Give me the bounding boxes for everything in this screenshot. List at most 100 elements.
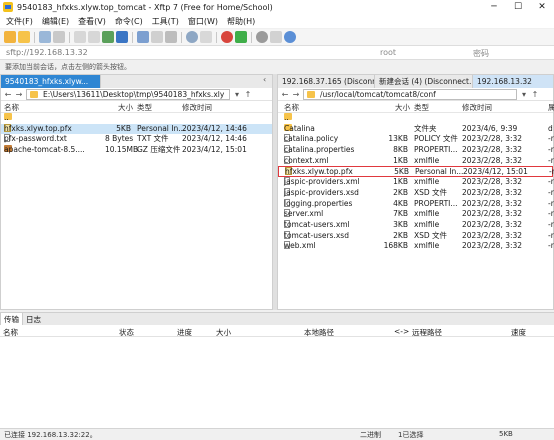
- remote-file-row[interactable]: web.xml 168KB xmlfile 2023/2/28, 3:32 -r: [278, 241, 554, 252]
- remote-file-row[interactable]: jaspic-providers.xml 1KB xmlfile 2023/2/28,…: [278, 177, 554, 188]
- remote-tab-3[interactable]: 192.168.13.32: [473, 75, 553, 88]
- session-hint: 要添加当前会话，点击左侧的箭头按钮。: [0, 61, 554, 74]
- remote-file-row[interactable]: ..: [278, 113, 553, 124]
- refresh-icon[interactable]: [102, 31, 114, 43]
- file-type: XSD 文件: [414, 187, 448, 197]
- close-button[interactable]: ✕: [530, 0, 554, 14]
- file-modified: 2023/2/28, 3:32: [462, 230, 523, 240]
- settings-gear-icon[interactable]: [256, 31, 268, 43]
- status-bar: 已连接 192.168.13.32:22。 二进制 1已选择 5KB: [0, 428, 554, 440]
- disconnect-icon[interactable]: [53, 31, 65, 43]
- tab-log-label: 日志: [26, 315, 41, 324]
- transfer-mode[interactable]: 二进制: [360, 430, 381, 440]
- back-arrow-icon[interactable]: ←: [281, 90, 289, 99]
- up-folder-icon[interactable]: ↑: [244, 90, 252, 99]
- file-type: Personal In...: [137, 123, 186, 133]
- remote-tab-2[interactable]: 新建会话 (4) (Disconnect...: [375, 75, 473, 88]
- remote-path-input[interactable]: /usr/local/tomcat/tomcat8/conf: [303, 88, 517, 100]
- connect-icon[interactable]: [39, 31, 51, 43]
- remote-file-row[interactable]: Catalina 文件夹 2023/4/6, 9:39 d: [278, 123, 553, 135]
- copy-icon[interactable]: [74, 31, 86, 43]
- menu-view[interactable]: 查看(V): [78, 16, 106, 27]
- layout-icon[interactable]: [270, 31, 282, 43]
- tab-transfers-label: 传输: [4, 315, 19, 324]
- options-icon[interactable]: [200, 31, 212, 43]
- col-size[interactable]: 大小: [118, 102, 133, 113]
- forward-arrow-icon[interactable]: →: [15, 90, 23, 99]
- remote-tab-1[interactable]: 192.168.37.165 (Disconn...: [278, 75, 375, 88]
- menu-window[interactable]: 窗口(W): [188, 16, 218, 27]
- xagent-icon[interactable]: [235, 31, 247, 43]
- minimize-button[interactable]: ─: [482, 0, 506, 14]
- remote-file-row[interactable]: context.xml 1KB xmlfile 2023/2/28, 3:32 -r: [278, 155, 554, 167]
- local-file-row[interactable]: apache-tomcat-8.5.... 10.15MB GZ 压缩文件 2023/…: [1, 145, 272, 156]
- delete-icon[interactable]: [151, 31, 163, 43]
- col-direction[interactable]: <->: [394, 327, 409, 336]
- dropdown-icon[interactable]: ▾: [520, 90, 528, 99]
- file-modified: 2023/2/28, 3:32: [462, 155, 523, 165]
- col-type[interactable]: 类型: [137, 102, 152, 113]
- help-icon[interactable]: [284, 31, 296, 43]
- file-size: 1KB: [393, 155, 408, 165]
- file-attributes: -r: [548, 155, 554, 165]
- remote-file-row[interactable]: hfxks.xlyw.top.pfx 5KB Personal In... 2023/…: [278, 166, 554, 178]
- password-input[interactable]: 密码: [473, 48, 489, 59]
- up-folder-icon[interactable]: ↑: [531, 90, 539, 99]
- local-tab-label: 9540183_hfxks.xlyw...: [5, 77, 89, 86]
- remote-path-row: ← → /usr/local/tomcat/tomcat8/conf ▾ ↑: [278, 88, 553, 101]
- remote-tab-2-label: 新建会话 (4) (Disconnect...: [379, 77, 473, 86]
- col-name[interactable]: 名称: [4, 102, 19, 113]
- col-modified[interactable]: 修改时间: [182, 102, 212, 113]
- col-size[interactable]: 大小: [395, 102, 410, 113]
- properties-icon[interactable]: [165, 31, 177, 43]
- local-file-row[interactable]: hfxks.xlyw.top.pfx 5KB Personal In... 2023/…: [1, 123, 272, 135]
- remote-tab-strip: 192.168.37.165 (Disconn... 新建会话 (4) (Dis…: [278, 75, 553, 88]
- file-modified: 2023/2/28, 3:32: [462, 177, 523, 187]
- maximize-button[interactable]: ☐: [506, 0, 530, 14]
- open-folder-icon[interactable]: [18, 31, 30, 43]
- file-size: 5KB: [116, 123, 131, 133]
- file-size: 10.15MB: [105, 145, 139, 155]
- col-modified[interactable]: 修改时间: [462, 102, 492, 113]
- menu-command[interactable]: 命令(C): [115, 16, 143, 27]
- local-tab[interactable]: 9540183_hfxks.xlyw...: [1, 75, 101, 88]
- remote-file-row[interactable]: logging.properties 4KB PROPERTI... 2023/2/2…: [278, 198, 554, 210]
- local-tab-strip: 9540183_hfxks.xlyw... ‹: [1, 75, 272, 88]
- local-path-input[interactable]: E:\Users\13611\Desktop\tmp\9540183_hfxks…: [26, 88, 230, 100]
- tab-scroll-icon[interactable]: ‹: [263, 75, 266, 84]
- menu-help[interactable]: 帮助(H): [227, 16, 255, 27]
- new-session-icon[interactable]: [4, 31, 16, 43]
- back-arrow-icon[interactable]: ←: [4, 90, 12, 99]
- file-name-text: jaspic-providers.xml: [284, 177, 360, 187]
- xshell-icon[interactable]: [221, 31, 233, 43]
- transfer-icon[interactable]: [116, 31, 128, 43]
- menu-file[interactable]: 文件(F): [6, 16, 33, 27]
- paste-icon[interactable]: [88, 31, 100, 43]
- host-input[interactable]: sftp://192.168.13.32: [6, 48, 88, 57]
- remote-file-row[interactable]: tomcat-users.xsd 2KB XSD 文件 2023/2/28, 3:32…: [278, 230, 554, 242]
- globe-icon[interactable]: [186, 31, 198, 43]
- folder-sync-icon[interactable]: [137, 31, 149, 43]
- username-input[interactable]: root: [380, 48, 396, 57]
- col-attributes[interactable]: 属: [548, 102, 554, 113]
- file-name-text: apache-tomcat-8.5....: [4, 145, 85, 155]
- col-name[interactable]: 名称: [284, 102, 299, 113]
- file-type: PROPERTI...: [414, 145, 458, 155]
- remote-file-row[interactable]: server.xml 7KB xmlfile 2023/2/28, 3:32 -r: [278, 209, 554, 220]
- forward-arrow-icon[interactable]: →: [292, 90, 300, 99]
- selection-count: 1已选择: [398, 431, 424, 439]
- transfer-list: [0, 337, 554, 428]
- menu-tools[interactable]: 工具(T): [152, 16, 179, 27]
- col-type[interactable]: 类型: [414, 102, 429, 113]
- file-name-text: ..: [4, 113, 9, 122]
- remote-file-row[interactable]: tomcat-users.xml 3KB xmlfile 2023/2/28, 3:3…: [278, 219, 554, 231]
- file-size: 8KB: [393, 145, 408, 155]
- remote-file-row[interactable]: catalina.policy 13KB POLICY 文件 2023/2/28, 3…: [278, 134, 554, 145]
- toolbar-divider: [216, 31, 217, 43]
- remote-file-row[interactable]: catalina.properties 8KB PROPERTI... 2023/2/…: [278, 145, 554, 156]
- dropdown-icon[interactable]: ▾: [233, 90, 241, 99]
- menu-edit[interactable]: 编辑(E): [42, 16, 69, 27]
- remote-file-row[interactable]: jaspic-providers.xsd 2KB XSD 文件 2023/2/28, …: [278, 187, 554, 199]
- local-file-row[interactable]: ..: [1, 113, 272, 124]
- local-file-row[interactable]: pfx-password.txt 8 Bytes TXT 文件 2023/4/12, …: [1, 134, 272, 145]
